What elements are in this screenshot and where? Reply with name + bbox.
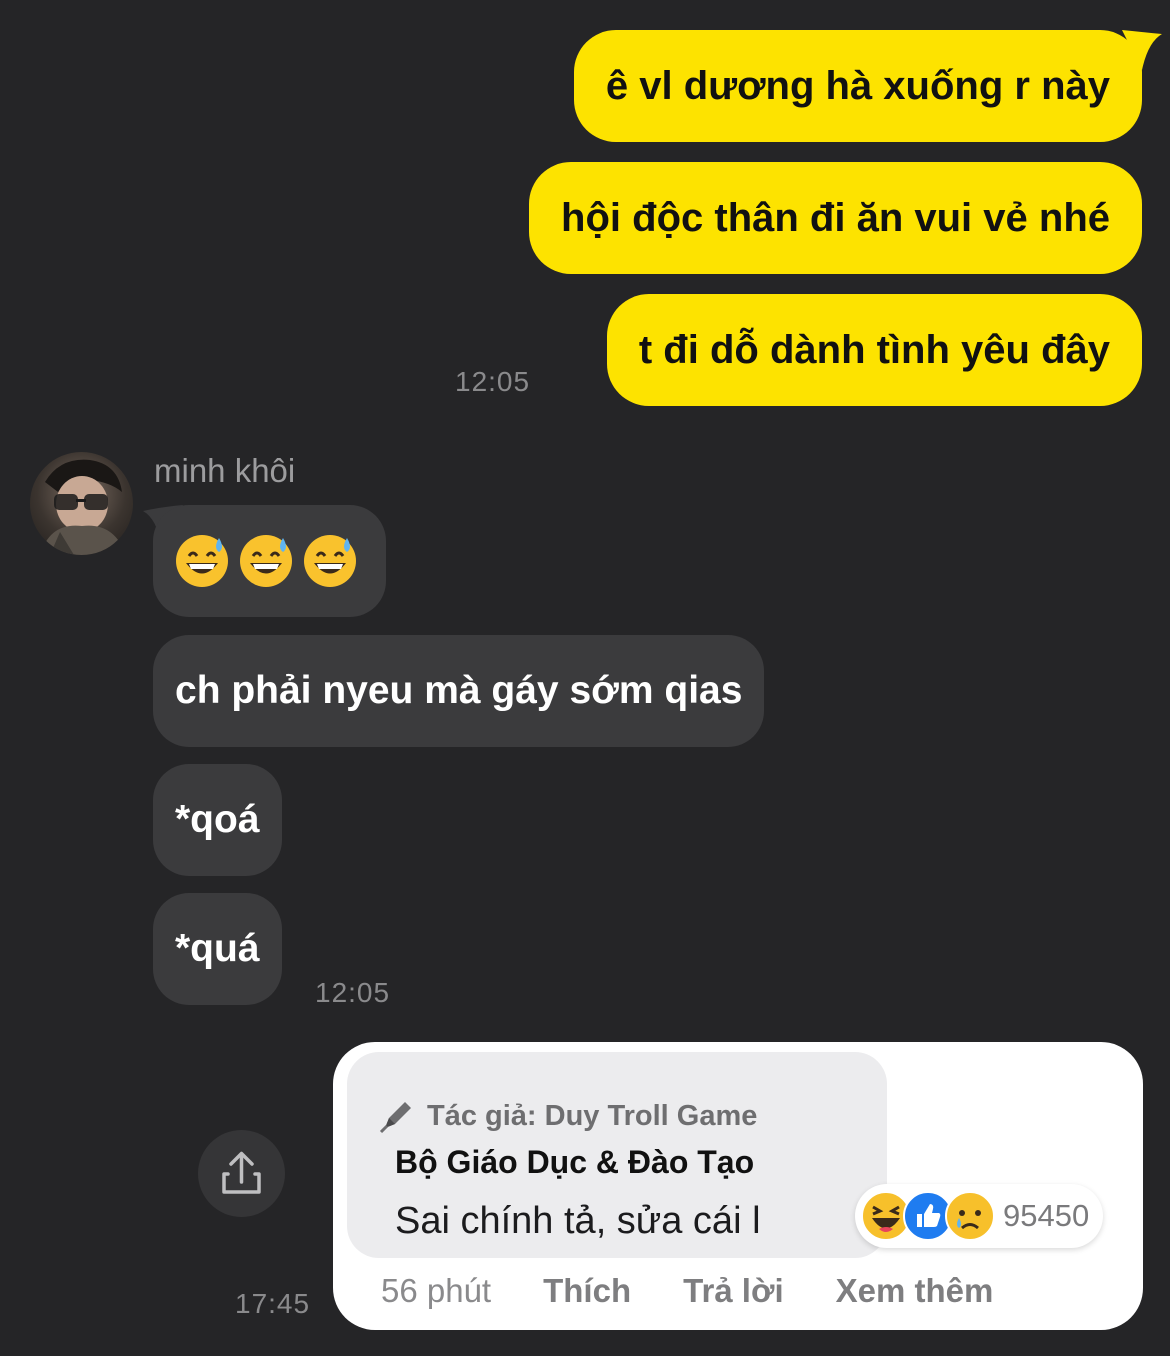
author-line: Tác giả: Duy Troll Game: [427, 1099, 758, 1132]
avatar-image: [40, 459, 126, 555]
grinning-sweat-emoji: [304, 535, 356, 587]
more-action: Xem thêm: [835, 1272, 994, 1309]
message-bubble-out[interactable]: hội độc thân đi ăn vui vẻ nhé: [529, 162, 1142, 274]
grinning-sweat-emoji: [176, 535, 228, 587]
bubble-tail: [1122, 30, 1162, 70]
page-name: Bộ Giáo Dục & Đào Tạo: [395, 1144, 755, 1180]
message-bubble-in[interactable]: [153, 505, 386, 617]
author-row: Tác giả: Duy Troll Game: [377, 1096, 757, 1136]
message-text: *qoá: [175, 798, 260, 841]
grinning-sweat-emoji: [240, 535, 292, 587]
message-bubble-out[interactable]: t đi dỗ dành tình yêu đây: [606, 294, 1142, 406]
comment-text: Sai chính tả, sửa cái l: [395, 1200, 761, 1242]
reaction-summary: 95450: [855, 1184, 1104, 1248]
message-text: *quá: [175, 927, 260, 970]
message-text: ê vl dương hà xuống r này: [605, 64, 1110, 108]
chat-screen: ê vl dương hà xuống r này hội độc thân đ…: [0, 0, 1170, 1356]
pen-icon: [379, 1102, 411, 1134]
emoji-row: [175, 505, 364, 617]
reaction-count: 95450: [1003, 1198, 1090, 1233]
image-message[interactable]: Tác giả: Duy Troll Game Bộ Giáo Dục & Đà…: [333, 1042, 1143, 1330]
sad-reaction-icon: [945, 1191, 995, 1241]
message-bubble-in[interactable]: ch phải nyeu mà gáy sớm qias: [153, 635, 765, 747]
comment-box: Tác giả: Duy Troll Game Bộ Giáo Dục & Đà…: [347, 1052, 887, 1258]
message-text: hội độc thân đi ăn vui vẻ nhé: [561, 196, 1110, 240]
message-bubble-out[interactable]: ê vl dương hà xuống r này: [573, 30, 1142, 142]
reply-action: Trả lời: [683, 1272, 784, 1309]
sender-name: minh khôi: [154, 452, 296, 489]
message-bubble-in[interactable]: *qoá: [153, 764, 282, 876]
message-timestamp: 12:05: [315, 977, 391, 1008]
share-icon: [222, 1151, 261, 1194]
message-bubble-in[interactable]: *quá: [153, 893, 282, 1005]
message-text: ch phải nyeu mà gáy sớm qias: [175, 669, 743, 712]
comment-actions: 56 phút Thích Trả lời Xem thêm: [381, 1272, 993, 1310]
message-text: t đi dỗ dành tình yêu đây: [638, 328, 1110, 372]
comment-time: 56 phút: [381, 1272, 492, 1309]
message-timestamp: 12:05: [455, 366, 531, 397]
share-button[interactable]: [198, 1130, 285, 1217]
avatar[interactable]: [30, 452, 133, 555]
like-action: Thích: [543, 1272, 632, 1309]
message-timestamp: 17:45: [235, 1288, 311, 1319]
